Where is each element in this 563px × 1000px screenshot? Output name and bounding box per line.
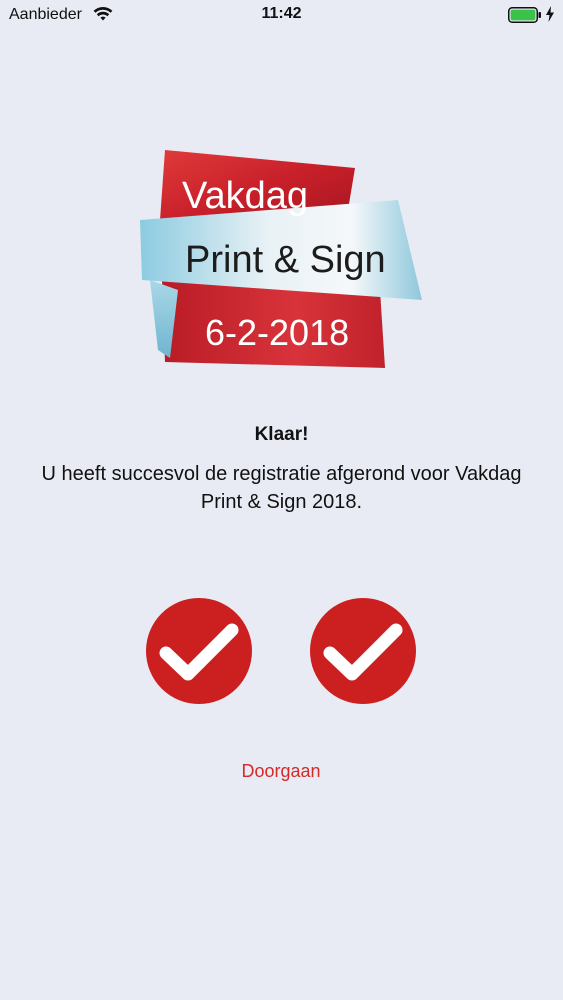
logo-text-line3: 6-2-2018	[205, 312, 349, 353]
message-body: U heeft succesvol de registratie afgeron…	[41, 463, 522, 513]
status-bar: Aanbieder 11:42	[0, 0, 563, 30]
logo-text-line2: Print & Sign	[185, 239, 386, 281]
checkmark-icon	[144, 596, 254, 706]
message-title: Klaar!	[254, 424, 309, 445]
event-logo: Vakdag Print & Sign 6-2-2018	[130, 140, 430, 375]
battery-icon	[508, 7, 542, 28]
logo-text-line1: Vakdag	[182, 175, 308, 217]
checkmark-icon	[308, 596, 418, 706]
continue-button[interactable]: Doorgaan	[181, 758, 381, 784]
status-time: 11:42	[261, 5, 302, 22]
charging-bolt-icon	[545, 6, 555, 27]
